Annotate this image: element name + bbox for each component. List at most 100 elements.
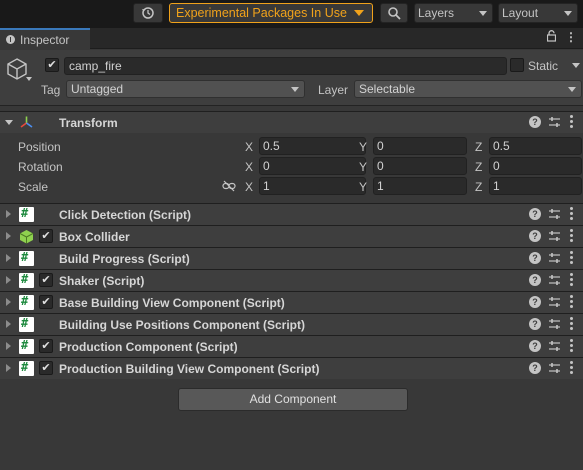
scale-x-field[interactable]: 1 <box>259 177 366 195</box>
component-enabled-checkbox[interactable]: ✔ <box>39 339 53 353</box>
scale-y-field[interactable]: 1 <box>373 177 467 195</box>
rotation-y-field[interactable]: 0 <box>373 157 467 175</box>
rotation-x-field[interactable]: 0 <box>259 157 366 175</box>
search-button[interactable] <box>380 3 408 23</box>
component-menu-icon[interactable] <box>570 361 574 376</box>
presets-icon[interactable] <box>548 230 561 243</box>
component-enabled-checkbox[interactable]: ✔ <box>39 361 53 375</box>
layout-label: Layout <box>502 6 539 20</box>
axis-label-x: X <box>245 140 254 154</box>
component-title: Production Building View Component (Scri… <box>59 362 320 376</box>
presets-icon[interactable] <box>548 274 561 287</box>
experimental-packages-button[interactable]: Experimental Packages In Use <box>169 3 373 23</box>
help-icon[interactable]: ? <box>529 274 541 286</box>
component-menu-icon[interactable] <box>570 229 574 244</box>
help-icon[interactable]: ? <box>529 230 541 242</box>
presets-icon[interactable] <box>548 318 561 331</box>
presets-icon[interactable] <box>548 208 561 221</box>
component-header[interactable]: Build Progress (Script)? <box>0 247 583 269</box>
component-header[interactable]: ✔ Base Building View Component (Script)? <box>0 291 583 313</box>
component-menu-icon[interactable] <box>570 207 574 222</box>
rotation-z-field[interactable]: 0 <box>489 157 582 175</box>
menu-icon[interactable]: ⋮ <box>565 30 577 44</box>
presets-icon[interactable] <box>548 296 561 309</box>
component-enabled-checkbox[interactable]: ✔ <box>39 273 53 287</box>
transform-row-label: Rotation <box>18 160 63 174</box>
tab-bar: Inspector ⋮ <box>0 28 583 49</box>
layers-dropdown[interactable]: Layers <box>414 3 493 23</box>
presets-icon[interactable] <box>548 252 561 265</box>
component-menu-icon[interactable] <box>570 273 574 288</box>
tab-inspector[interactable]: Inspector <box>0 28 90 49</box>
component-title: Building Use Positions Component (Script… <box>59 318 305 332</box>
object-name-field[interactable]: camp_fire <box>64 57 507 75</box>
position-z-field[interactable]: 0.5 <box>489 137 582 155</box>
component-header[interactable]: Building Use Positions Component (Script… <box>0 313 583 335</box>
transform-icon <box>20 116 33 128</box>
component-header[interactable]: ✔ Box Collider? <box>0 225 583 247</box>
foldout-arrow-icon[interactable] <box>5 120 13 125</box>
component-menu-icon[interactable] <box>570 295 574 310</box>
component-menu-icon[interactable] <box>570 317 574 332</box>
layout-dropdown[interactable]: Layout <box>498 3 578 23</box>
script-icon <box>19 338 34 354</box>
transform-row-position: Position X 0.5 Y 0 Z 0.5 <box>0 137 583 157</box>
help-icon[interactable]: ? <box>529 362 541 374</box>
foldout-arrow-icon[interactable] <box>6 342 11 350</box>
layer-dropdown[interactable]: Selectable <box>354 80 582 98</box>
tag-value: Untagged <box>71 82 124 96</box>
component-header[interactable]: ✔ Production Component (Script)? <box>0 335 583 357</box>
component-title: Box Collider <box>59 230 130 244</box>
transform-row-scale: Scale X 1 Y 1 Z 1 <box>0 177 583 197</box>
help-icon[interactable]: ? <box>529 318 541 330</box>
transform-title: Transform <box>59 116 118 130</box>
component-header[interactable]: Click Detection (Script)? <box>0 203 583 225</box>
foldout-arrow-icon[interactable] <box>6 232 11 240</box>
foldout-arrow-icon[interactable] <box>6 320 11 328</box>
component-header[interactable]: ✔ Production Building View Component (Scr… <box>0 357 583 379</box>
layer-label: Layer <box>318 83 349 97</box>
history-button[interactable] <box>133 3 163 23</box>
active-checkbox[interactable]: ✔ <box>45 58 59 72</box>
transform-row-label: Scale <box>18 180 49 194</box>
presets-icon[interactable] <box>548 362 561 375</box>
tab-actions: ⋮ <box>547 30 577 44</box>
scale-z-field[interactable]: 1 <box>489 177 582 195</box>
static-checkbox[interactable] <box>510 58 524 72</box>
component-menu-icon[interactable] <box>570 115 574 130</box>
help-icon[interactable]: ? <box>529 252 541 264</box>
help-icon[interactable]: ? <box>529 116 541 128</box>
component-menu-icon[interactable] <box>570 339 574 354</box>
constrain-proportions-icon[interactable] <box>222 180 236 192</box>
help-icon[interactable]: ? <box>529 208 541 220</box>
component-menu-icon[interactable] <box>570 251 574 266</box>
lock-icon[interactable] <box>547 30 556 42</box>
tag-label: Tag <box>41 83 61 97</box>
help-icon[interactable]: ? <box>529 296 541 308</box>
static-dropdown-icon[interactable] <box>572 63 580 68</box>
tag-dropdown[interactable]: Untagged <box>66 80 305 98</box>
foldout-arrow-icon[interactable] <box>6 276 11 284</box>
component-enabled-checkbox[interactable]: ✔ <box>39 229 53 243</box>
axis-label-x: X <box>245 160 254 174</box>
component-title: Click Detection (Script) <box>59 208 192 222</box>
foldout-arrow-icon[interactable] <box>6 364 11 372</box>
static-label: Static <box>528 59 559 73</box>
foldout-arrow-icon[interactable] <box>6 254 11 262</box>
component-enabled-checkbox[interactable]: ✔ <box>39 295 53 309</box>
add-component-button[interactable]: Add Component <box>178 388 408 411</box>
position-x-field[interactable]: 0.5 <box>259 137 366 155</box>
foldout-arrow-icon[interactable] <box>6 210 11 218</box>
help-icon[interactable]: ? <box>529 340 541 352</box>
transform-header[interactable]: Transform ? <box>0 111 583 133</box>
component-title: Build Progress (Script) <box>59 252 190 266</box>
layer-value: Selectable <box>359 82 416 96</box>
search-icon <box>388 7 401 20</box>
axis-label-y: Y <box>359 180 368 194</box>
presets-icon[interactable] <box>548 116 561 129</box>
axis-label-z: Z <box>475 160 483 174</box>
position-y-field[interactable]: 0 <box>373 137 467 155</box>
presets-icon[interactable] <box>548 340 561 353</box>
foldout-arrow-icon[interactable] <box>6 298 11 306</box>
component-header[interactable]: ✔ Shaker (Script)? <box>0 269 583 291</box>
